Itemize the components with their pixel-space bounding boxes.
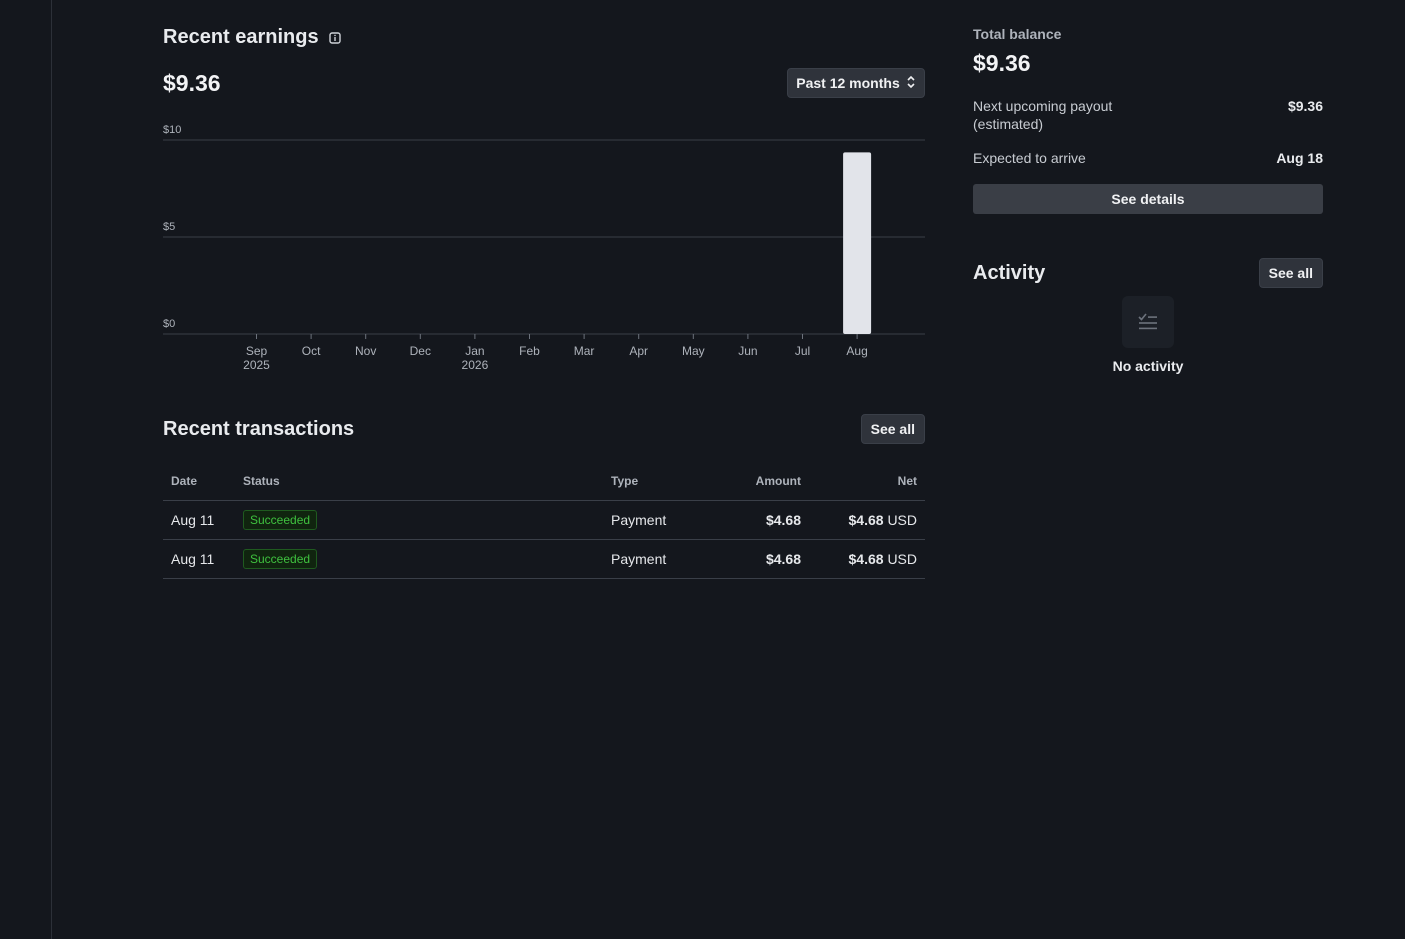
total-balance-label: Total balance — [973, 26, 1062, 42]
earnings-total: $9.36 — [163, 70, 221, 96]
status-badge: Succeeded — [243, 510, 318, 530]
transactions-table: Date Status Type Amount Net Aug 11 Succe… — [163, 462, 925, 579]
next-payout-label: Next upcoming payout — [973, 98, 1113, 114]
row-type: Payment — [603, 500, 713, 540]
row-net-currency: USD — [887, 512, 917, 528]
date-range-label: Past 12 months — [796, 75, 900, 91]
earnings-chart-svg: $10 $5 $0 Sep2025 Oct Nov Dec Jan2026 Feb Mar Apr M… — [163, 124, 925, 372]
row-type: Payment — [603, 539, 713, 579]
x-tick-sublabel: 2026 — [462, 358, 489, 372]
x-tick-sublabel: 2025 — [243, 358, 270, 372]
next-payout-row: Next upcoming payout (estimated) $9.36 — [973, 98, 1323, 132]
chevron-up-down-icon — [906, 75, 916, 92]
x-tick-label: Aug — [846, 344, 867, 358]
transactions-see-all-button[interactable]: See all — [860, 414, 925, 444]
date-range-select[interactable]: Past 12 months — [787, 68, 925, 98]
x-tick-label: May — [682, 344, 705, 358]
y-tick-label: $10 — [163, 124, 181, 136]
column-net: Net — [809, 462, 925, 501]
x-tick-label: Sep — [246, 344, 268, 358]
next-payout-value: $9.36 — [1287, 98, 1323, 114]
activity-see-all-button[interactable]: See all — [1258, 258, 1323, 288]
no-activity-text: No activity — [1112, 358, 1184, 374]
earnings-title: Recent earnings — [163, 26, 319, 48]
x-tick-label: Nov — [355, 344, 376, 358]
sidebar — [0, 0, 52, 939]
bar-aug — [843, 152, 872, 334]
row-date: Aug 11 — [163, 500, 235, 540]
x-tick-label: Mar — [574, 344, 595, 358]
expected-arrival-label: Expected to arrive — [973, 150, 1086, 166]
info-icon[interactable] — [328, 31, 341, 44]
row-net-value: $4.68 — [848, 551, 884, 567]
y-tick-label: $5 — [163, 221, 175, 233]
table-header-row: Date Status Type Amount Net — [163, 462, 925, 501]
x-tick-label: Feb — [519, 344, 540, 358]
column-type: Type — [603, 462, 713, 501]
expected-arrival-row: Expected to arrive Aug 18 — [973, 150, 1323, 166]
x-tick-label: Apr — [629, 344, 648, 358]
table-row[interactable]: Aug 11 Succeeded Payment $4.68 $4.68 USD — [163, 500, 925, 540]
column-date: Date — [163, 462, 235, 501]
transactions-header: Recent transactions See all — [163, 414, 925, 444]
activity-title: Activity — [973, 262, 1046, 284]
y-tick-label: $0 — [163, 318, 175, 330]
checklist-icon — [1122, 296, 1174, 348]
transactions-title: Recent transactions — [163, 418, 355, 440]
x-tick-label: Jul — [795, 344, 810, 358]
expected-arrival-value: Aug 18 — [1276, 150, 1323, 166]
earnings-header: Recent earnings — [163, 26, 341, 49]
total-balance-value: $9.36 — [973, 50, 1031, 76]
next-payout-sublabel: (estimated) — [973, 116, 1044, 132]
row-amount: $4.68 — [713, 539, 809, 579]
status-badge: Succeeded — [243, 549, 318, 569]
row-net-value: $4.68 — [848, 512, 884, 528]
see-details-button[interactable]: See details — [973, 184, 1323, 214]
x-tick-label: Dec — [410, 344, 431, 358]
column-status: Status — [235, 462, 603, 501]
x-tick-label: Jan — [465, 344, 484, 358]
x-tick-label: Jun — [738, 344, 757, 358]
row-amount: $4.68 — [713, 500, 809, 540]
column-amount: Amount — [713, 462, 809, 501]
row-date: Aug 11 — [163, 539, 235, 579]
row-net-currency: USD — [887, 551, 917, 567]
table-row[interactable]: Aug 11 Succeeded Payment $4.68 $4.68 USD — [163, 539, 925, 579]
x-tick-label: Oct — [302, 344, 321, 358]
earnings-chart: $10 $5 $0 Sep 2025 Oct Nov Dec Jan 2026 Feb Mar Apr M… — [163, 118, 925, 378]
